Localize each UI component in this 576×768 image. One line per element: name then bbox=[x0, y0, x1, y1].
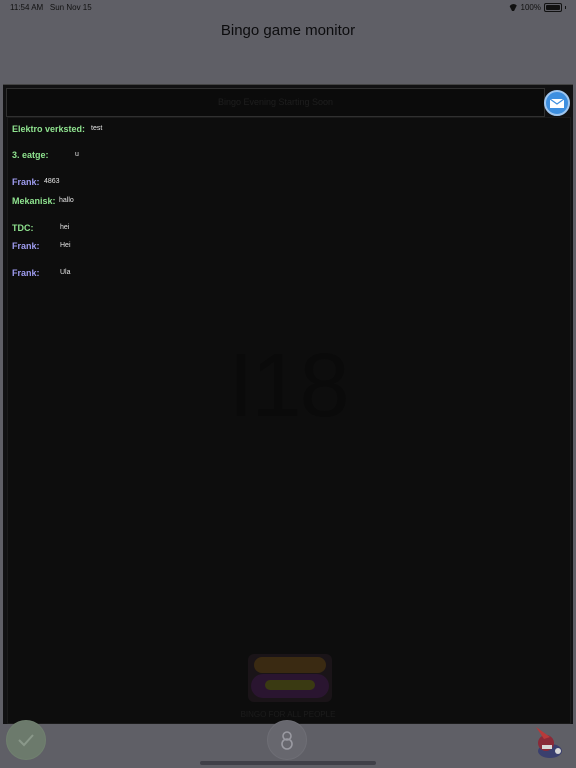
message-sender: Frank: bbox=[12, 241, 40, 251]
footer-text: BINGO FOR ALL PEOPLE bbox=[240, 710, 336, 719]
check-icon bbox=[18, 734, 34, 747]
mail-icon bbox=[549, 98, 565, 108]
message-sender: 3. eatge: bbox=[12, 150, 49, 160]
message-text: Ula bbox=[60, 269, 71, 276]
message-text: test bbox=[91, 125, 103, 132]
mail-button[interactable] bbox=[544, 90, 570, 116]
message-sender: TDC: bbox=[12, 223, 34, 233]
message-text: u bbox=[75, 151, 79, 158]
message-sender: Frank: bbox=[12, 268, 40, 278]
list-item: Frank: Ula bbox=[12, 268, 71, 278]
list-item: Elektro verksted: test bbox=[12, 124, 102, 134]
confirm-button[interactable] bbox=[6, 720, 46, 760]
page-title: Bingo game monitor bbox=[220, 22, 356, 39]
home-indicator[interactable] bbox=[200, 761, 376, 765]
status-bar: 11:54 AM Sun Nov 15 100% bbox=[0, 0, 576, 14]
message-text: hallo bbox=[59, 197, 74, 204]
message-sender: Mekanisk: bbox=[12, 196, 56, 206]
current-bingo-number: I18 bbox=[228, 336, 349, 436]
message-text: hei bbox=[60, 224, 70, 231]
status-time: 11:54 AM Sun Nov 15 bbox=[10, 3, 92, 12]
list-item: Frank: 4863 bbox=[12, 177, 60, 187]
message-text: Hei bbox=[60, 242, 71, 249]
announcement-banner: Bingo Evening Starting Soon bbox=[6, 88, 545, 117]
bingo-ball-icon bbox=[281, 731, 293, 750]
draw-ball-button[interactable] bbox=[267, 720, 307, 760]
battery-icon bbox=[544, 3, 562, 12]
wifi-icon bbox=[509, 4, 518, 11]
message-sender: Frank: bbox=[12, 177, 40, 187]
list-item: Frank: Hei bbox=[12, 241, 71, 251]
mascot-icon[interactable] bbox=[528, 721, 568, 761]
message-text: 4863 bbox=[44, 178, 60, 185]
list-item: Mekanisk: hallo bbox=[12, 196, 74, 206]
list-item: TDC: hei bbox=[12, 223, 69, 233]
battery-percent: 100% bbox=[520, 3, 541, 12]
status-date: Sun Nov 15 bbox=[49, 3, 92, 12]
monitor-panel: Bingo Evening Starting Soon Elektro verk… bbox=[3, 84, 573, 725]
bingo-logo bbox=[248, 654, 332, 702]
list-item: 3. eatge: u bbox=[12, 150, 79, 160]
message-sender: Elektro verksted: bbox=[12, 124, 86, 134]
